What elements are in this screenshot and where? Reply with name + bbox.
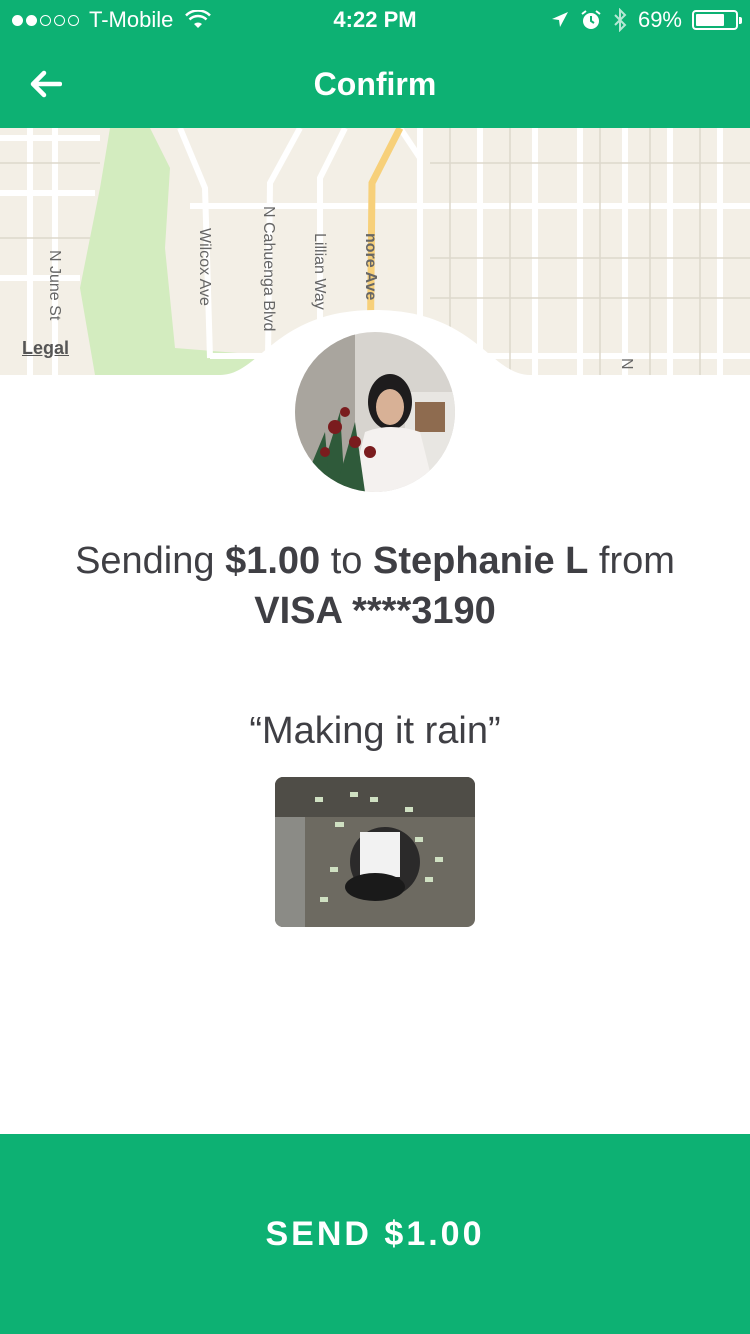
header: Confirm — [0, 40, 750, 128]
wifi-icon — [185, 10, 212, 28]
avatar[interactable] — [295, 332, 455, 492]
street-label: Lillian Way — [311, 233, 328, 310]
summary-to: to — [320, 540, 373, 582]
summary-from: from — [588, 540, 675, 582]
note-image[interactable] — [275, 777, 475, 927]
battery-icon — [692, 10, 742, 30]
page-title: Confirm — [313, 66, 437, 102]
status-left: T-Mobile — [12, 7, 212, 33]
battery-percent: 69% — [637, 7, 682, 32]
status-bar: T-Mobile 4:22 PM 69% — [0, 0, 750, 40]
street-label: N — [618, 358, 635, 370]
street-label: nore Ave — [362, 233, 379, 300]
carrier-name: T-Mobile — [89, 7, 174, 32]
arrow-left-icon — [30, 70, 62, 98]
status-right: 69% — [550, 7, 742, 33]
summary-prefix: Sending — [75, 540, 226, 582]
street-label: Wilcox Ave — [196, 228, 213, 306]
send-button[interactable]: SEND $1.00 — [0, 1134, 750, 1334]
recipient-name: Stephanie L — [372, 540, 589, 582]
map-legal-link[interactable]: Legal — [22, 338, 69, 359]
payment-amount: $1.00 — [225, 540, 321, 582]
payment-card: VISA ****3190 — [254, 590, 496, 632]
recipient-avatar-frame — [275, 310, 475, 510]
payment-summary: Sending $1.00 to Stephanie L from VISA *… — [40, 536, 710, 636]
alarm-icon — [581, 10, 601, 29]
back-button[interactable] — [24, 62, 68, 106]
signal-strength-icon — [12, 14, 79, 26]
bluetooth-icon — [614, 8, 627, 32]
street-label: N June St — [46, 250, 63, 321]
payment-note: “Making it rain” — [249, 710, 501, 752]
location-arrow-icon — [551, 12, 568, 27]
